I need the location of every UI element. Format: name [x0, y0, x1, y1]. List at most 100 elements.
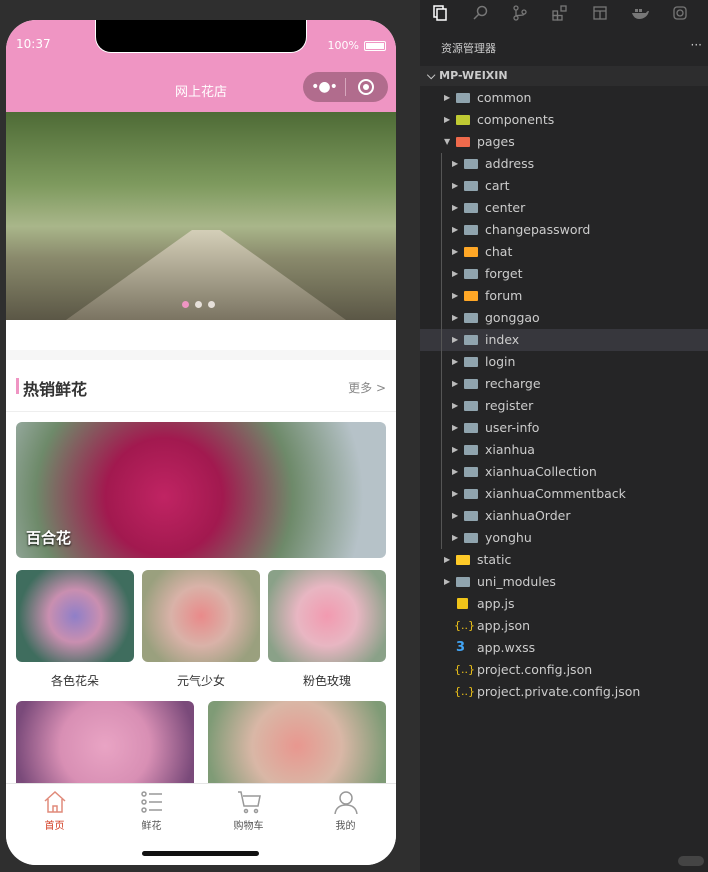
- tree-indent-guide: [441, 153, 442, 549]
- panel-title: 资源管理器: [441, 42, 496, 55]
- tree-item[interactable]: ▶ forum: [420, 285, 708, 307]
- chevron-right-icon[interactable]: ▶: [452, 351, 458, 373]
- chevron-right-icon[interactable]: ▶: [452, 461, 458, 483]
- tree-item[interactable]: ▶ yonghu: [420, 527, 708, 549]
- folder-icon: [464, 489, 478, 499]
- tree-item[interactable]: ▶ forget: [420, 263, 708, 285]
- tree-item[interactable]: ▶ common: [420, 87, 708, 109]
- tree-item[interactable]: ▶ login: [420, 351, 708, 373]
- banner-carousel[interactable]: [6, 112, 396, 320]
- remote-icon[interactable]: [660, 0, 700, 26]
- indicator-dot[interactable]: [182, 301, 189, 308]
- layout-icon[interactable]: [580, 0, 620, 26]
- chevron-right-icon[interactable]: ▶: [452, 241, 458, 263]
- more-link[interactable]: 更多 >: [348, 379, 386, 396]
- tree-item[interactable]: ▶ user-info: [420, 417, 708, 439]
- tree-item[interactable]: {..} app.json: [420, 615, 708, 637]
- tree-item[interactable]: ▶ cart: [420, 175, 708, 197]
- product-card[interactable]: [208, 701, 386, 791]
- chevron-right-icon[interactable]: ▶: [452, 373, 458, 395]
- chevron-right-icon[interactable]: ▶: [452, 505, 458, 527]
- tab-cart[interactable]: 购物车: [200, 790, 297, 832]
- indicator-dot[interactable]: [195, 301, 202, 308]
- section-title: 热销鲜花: [23, 380, 88, 399]
- tree-item[interactable]: 3 app.wxss: [420, 637, 708, 659]
- tab-profile[interactable]: 我的: [297, 790, 394, 832]
- tree-item[interactable]: ▶ uni_modules: [420, 571, 708, 593]
- source-control-icon[interactable]: [500, 0, 540, 26]
- chevron-right-icon[interactable]: ▶: [452, 153, 458, 175]
- tree-item[interactable]: ▶ recharge: [420, 373, 708, 395]
- tree-item[interactable]: ▶ gonggao: [420, 307, 708, 329]
- tree-item[interactable]: ▶ index: [420, 329, 708, 351]
- chevron-right-icon[interactable]: ▶: [452, 197, 458, 219]
- chevron-right-icon[interactable]: ▶: [452, 483, 458, 505]
- tree-item-label: components: [477, 112, 555, 127]
- chevron-right-icon[interactable]: ▶: [452, 417, 458, 439]
- search-icon[interactable]: [460, 0, 500, 26]
- tree-item[interactable]: ▶ components: [420, 109, 708, 131]
- chevron-down-icon[interactable]: ▼: [444, 131, 450, 153]
- workspace-root[interactable]: ⌵ MP-WEIXIN: [420, 66, 708, 86]
- more-icon[interactable]: •●•: [303, 79, 345, 95]
- indicator-dot[interactable]: [208, 301, 215, 308]
- featured-product-card[interactable]: 百合花: [16, 422, 386, 558]
- chevron-right-icon[interactable]: ▶: [452, 527, 458, 549]
- extensions-icon[interactable]: [540, 0, 580, 26]
- tree-item[interactable]: ▶ xianhua: [420, 439, 708, 461]
- navigation-bar: 10:37 100% 网上花店 •●•: [6, 20, 396, 112]
- tree-item[interactable]: ▶ xianhuaCommentback: [420, 483, 708, 505]
- tree-item[interactable]: ▶ changepassword: [420, 219, 708, 241]
- folder-icon: [456, 555, 470, 565]
- tree-item[interactable]: ▶ xianhuaOrder: [420, 505, 708, 527]
- chevron-right-icon[interactable]: ▶: [444, 549, 450, 571]
- chevron-right-icon[interactable]: ▶: [452, 263, 458, 285]
- chevron-right-icon[interactable]: ▶: [444, 571, 450, 593]
- tree-item[interactable]: ▶ chat: [420, 241, 708, 263]
- tree-item[interactable]: {..} project.config.json: [420, 659, 708, 681]
- docker-icon[interactable]: [620, 0, 660, 26]
- folder-icon: [464, 247, 478, 257]
- chevron-right-icon[interactable]: ▶: [452, 307, 458, 329]
- tree-item-label: cart: [485, 178, 510, 193]
- chevron-right-icon[interactable]: ▶: [452, 395, 458, 417]
- battery-text: 100%: [327, 39, 359, 52]
- tree-item-label: app.wxss: [477, 640, 536, 655]
- chevron-right-icon[interactable]: ▶: [452, 285, 458, 307]
- folder-icon: [464, 511, 478, 521]
- home-indicator[interactable]: [142, 851, 259, 856]
- chevron-right-icon[interactable]: ▶: [452, 175, 458, 197]
- tree-item[interactable]: app.js: [420, 593, 708, 615]
- folder-icon: [464, 423, 478, 433]
- explorer-icon[interactable]: [420, 0, 460, 26]
- product-card[interactable]: [142, 570, 260, 662]
- activity-bar: [420, 0, 708, 26]
- cart-icon: [237, 791, 261, 814]
- tree-item-label: xianhuaCollection: [485, 464, 597, 479]
- tree-item[interactable]: ▶ static: [420, 549, 708, 571]
- tab-flowers[interactable]: 鲜花: [103, 790, 200, 832]
- menu-capsule[interactable]: •●•: [303, 72, 388, 102]
- product-card[interactable]: [16, 570, 134, 662]
- tree-item[interactable]: {..} project.private.config.json: [420, 681, 708, 703]
- tree-item[interactable]: ▶ register: [420, 395, 708, 417]
- chevron-right-icon[interactable]: ▶: [444, 87, 450, 109]
- chevron-right-icon[interactable]: ▶: [444, 109, 450, 131]
- product-card[interactable]: [268, 570, 386, 662]
- product-card[interactable]: [16, 701, 194, 791]
- chevron-right-icon[interactable]: ▶: [452, 439, 458, 461]
- status-time: 10:37: [16, 37, 51, 51]
- json-file-icon: {..}: [454, 663, 475, 676]
- chevron-right-icon[interactable]: ▶: [452, 329, 458, 351]
- tree-item[interactable]: ▶ address: [420, 153, 708, 175]
- tree-item[interactable]: ▼ pages: [420, 131, 708, 153]
- tree-item[interactable]: ▶ xianhuaCollection: [420, 461, 708, 483]
- more-actions-button[interactable]: ···: [691, 38, 702, 52]
- scrollbar[interactable]: [678, 856, 704, 866]
- folder-icon: [464, 445, 478, 455]
- tree-item[interactable]: ▶ center: [420, 197, 708, 219]
- tree-item-label: changepassword: [485, 222, 591, 237]
- tab-home[interactable]: 首页: [6, 790, 103, 832]
- close-target-icon[interactable]: [358, 79, 374, 95]
- chevron-right-icon[interactable]: ▶: [452, 219, 458, 241]
